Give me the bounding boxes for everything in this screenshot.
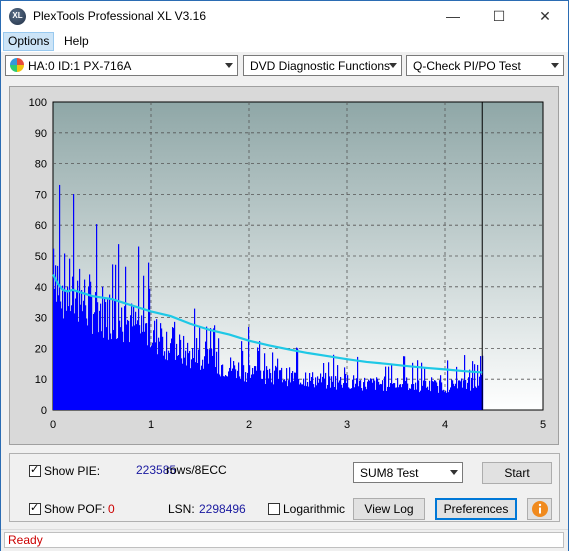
y-tick-label: 50	[35, 251, 47, 263]
show-pof-label: Show POF:	[44, 502, 106, 516]
start-button[interactable]: Start	[482, 462, 552, 484]
y-tick-label: 70	[35, 189, 47, 201]
show-pof-checkbox[interactable]	[29, 501, 41, 515]
status-bar: Ready	[1, 529, 568, 551]
disc-icon	[10, 58, 24, 72]
test-select[interactable]: Q-Check PI/PO Test	[406, 55, 564, 76]
y-tick-label: 90	[35, 128, 47, 140]
sum8-test-select[interactable]: SUM8 Test	[353, 462, 463, 483]
chevron-down-icon	[551, 63, 559, 68]
logarithmic-checkbox[interactable]	[268, 503, 280, 515]
close-icon[interactable]: ✕	[522, 1, 568, 31]
y-tick-label: 40	[35, 282, 47, 294]
logarithmic-label: Logarithmic	[283, 502, 346, 516]
graph-panel: 0 10 20 30 40 50 60 70 80 90 100 0 1 2 3 4 5	[9, 86, 559, 445]
lsn-label: LSN:	[168, 502, 195, 516]
test-select-value: Q-Check PI/PO Test	[413, 59, 521, 73]
view-log-button[interactable]: View Log	[353, 498, 425, 520]
status-text: Ready	[8, 533, 43, 547]
toolbar: HA:0 ID:1 PX-716A DVD Diagnostic Functio…	[1, 53, 568, 79]
app-window: XL PlexTools Professional XL V3.16 — ☐ ✕…	[0, 0, 569, 551]
y-tick-label: 20	[35, 343, 47, 355]
x-tick-label: 2	[246, 419, 252, 431]
chevron-down-icon	[225, 63, 233, 68]
y-tick-label: 100	[29, 97, 47, 109]
pipo-chart: 0 10 20 30 40 50 60 70 80 90 100 0 1 2 3 4 5	[29, 97, 546, 431]
menu-options[interactable]: Options	[3, 32, 55, 51]
y-tick-label: 10	[35, 374, 47, 386]
minimize-icon[interactable]: —	[430, 1, 476, 31]
x-tick-label: 0	[50, 419, 56, 431]
menu-bar: Options Help	[1, 31, 568, 52]
title-bar: XL PlexTools Professional XL V3.16 — ☐ ✕	[1, 1, 568, 31]
x-tick-label: 5	[540, 419, 546, 431]
sum8-test-value: SUM8 Test	[360, 466, 419, 480]
x-tick-label: 1	[148, 419, 154, 431]
pof-value: 0	[108, 502, 115, 516]
preferences-button[interactable]: Preferences	[435, 498, 517, 520]
show-pie-checkbox[interactable]	[29, 463, 41, 477]
chevron-down-icon	[450, 470, 458, 475]
function-select[interactable]: DVD Diagnostic Functions	[243, 55, 402, 76]
info-button[interactable]	[527, 498, 552, 520]
app-logo-icon: XL	[9, 8, 26, 25]
y-tick-label: 60	[35, 220, 47, 232]
chevron-down-icon	[389, 63, 397, 68]
pie-unit: rows/8ECC	[166, 463, 227, 477]
window-title: PlexTools Professional XL V3.16	[33, 9, 206, 23]
drive-select[interactable]: HA:0 ID:1 PX-716A	[5, 55, 238, 76]
y-tick-label: 80	[35, 159, 47, 171]
lsn-value: 2298496	[199, 502, 246, 516]
menu-help[interactable]: Help	[60, 33, 93, 50]
x-tick-label: 4	[442, 419, 448, 431]
controls-panel: Show PIE: 223585 rows/8ECC Show POF: 0 L…	[9, 453, 560, 522]
drive-select-value: HA:0 ID:1 PX-716A	[28, 59, 132, 73]
y-tick-label: 0	[41, 405, 47, 417]
info-icon	[531, 501, 548, 517]
maximize-icon[interactable]: ☐	[476, 1, 522, 31]
show-pie-label: Show PIE:	[44, 464, 101, 478]
function-select-value: DVD Diagnostic Functions	[250, 59, 391, 73]
y-tick-label: 30	[35, 313, 47, 325]
x-tick-label: 3	[344, 419, 350, 431]
